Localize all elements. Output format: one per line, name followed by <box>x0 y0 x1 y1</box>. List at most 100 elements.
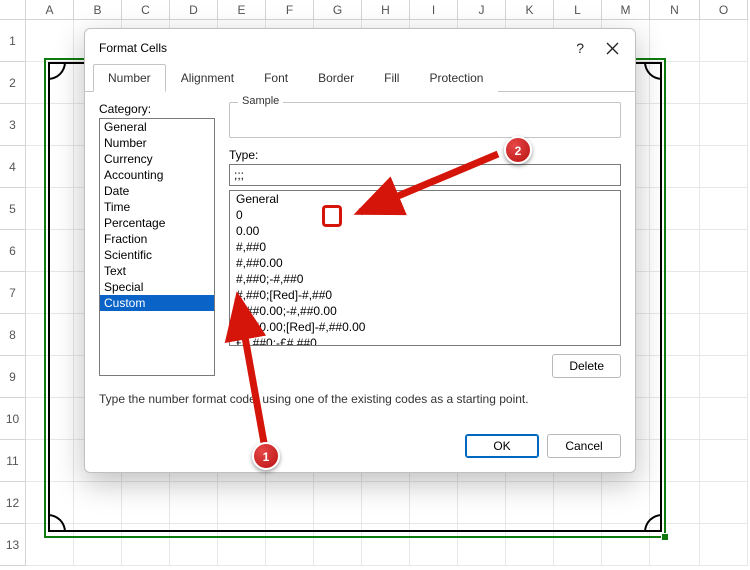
format-item[interactable]: #,##0.00 <box>230 255 620 271</box>
cell[interactable] <box>650 62 700 104</box>
cell[interactable] <box>26 272 74 314</box>
cell[interactable] <box>700 230 748 272</box>
cell[interactable] <box>700 272 748 314</box>
row-header[interactable]: 2 <box>0 62 26 104</box>
cell[interactable] <box>650 230 700 272</box>
type-input[interactable] <box>229 164 621 186</box>
cell[interactable] <box>700 20 748 62</box>
row-header[interactable]: 3 <box>0 104 26 146</box>
cell[interactable] <box>26 20 74 62</box>
cell[interactable] <box>218 524 266 566</box>
cell[interactable] <box>700 314 748 356</box>
tab-number[interactable]: Number <box>93 64 166 92</box>
cell[interactable] <box>700 104 748 146</box>
tab-alignment[interactable]: Alignment <box>166 64 249 92</box>
row-header[interactable]: 10 <box>0 398 26 440</box>
cell[interactable] <box>26 398 74 440</box>
col-header[interactable]: H <box>362 0 410 20</box>
cell[interactable] <box>602 524 650 566</box>
row-header[interactable]: 6 <box>0 230 26 272</box>
col-header[interactable]: N <box>650 0 700 20</box>
category-item[interactable]: Date <box>100 183 214 199</box>
cell[interactable] <box>362 524 410 566</box>
cell[interactable] <box>266 524 314 566</box>
cell[interactable] <box>650 104 700 146</box>
cell[interactable] <box>650 398 700 440</box>
col-header[interactable]: I <box>410 0 458 20</box>
cell[interactable] <box>554 524 602 566</box>
cell[interactable] <box>26 230 74 272</box>
col-header[interactable]: M <box>602 0 650 20</box>
cell[interactable] <box>26 314 74 356</box>
cell[interactable] <box>700 62 748 104</box>
category-item[interactable]: Percentage <box>100 215 214 231</box>
cell[interactable] <box>170 482 218 524</box>
format-item[interactable]: #,##0 <box>230 239 620 255</box>
col-header[interactable]: B <box>74 0 122 20</box>
cell[interactable] <box>700 440 748 482</box>
cell[interactable] <box>650 20 700 62</box>
format-item[interactable]: £#,##0;-£#,##0 <box>230 335 620 346</box>
col-header[interactable]: D <box>170 0 218 20</box>
cell[interactable] <box>506 482 554 524</box>
row-header[interactable]: 4 <box>0 146 26 188</box>
cell[interactable] <box>26 440 74 482</box>
col-header[interactable]: E <box>218 0 266 20</box>
category-item[interactable]: Scientific <box>100 247 214 263</box>
cell[interactable] <box>650 272 700 314</box>
cell[interactable] <box>410 524 458 566</box>
cell[interactable] <box>506 524 554 566</box>
cell[interactable] <box>122 482 170 524</box>
cell[interactable] <box>26 104 74 146</box>
col-header[interactable]: K <box>506 0 554 20</box>
cell[interactable] <box>74 524 122 566</box>
cell[interactable] <box>314 482 362 524</box>
cell[interactable] <box>122 524 170 566</box>
cell[interactable] <box>650 146 700 188</box>
cell[interactable] <box>266 482 314 524</box>
category-item[interactable]: Number <box>100 135 214 151</box>
cell[interactable] <box>650 440 700 482</box>
row-header[interactable]: 9 <box>0 356 26 398</box>
row-header[interactable]: 12 <box>0 482 26 524</box>
cell[interactable] <box>650 482 700 524</box>
category-item[interactable]: Custom <box>100 295 214 311</box>
cell[interactable] <box>700 524 748 566</box>
cell[interactable] <box>314 524 362 566</box>
tab-fill[interactable]: Fill <box>369 64 414 92</box>
cell[interactable] <box>458 482 506 524</box>
col-header[interactable]: A <box>26 0 74 20</box>
col-header[interactable]: O <box>700 0 748 20</box>
row-header[interactable]: 1 <box>0 20 26 62</box>
delete-button[interactable]: Delete <box>552 354 621 378</box>
category-item[interactable]: General <box>100 119 214 135</box>
tab-protection[interactable]: Protection <box>414 64 498 92</box>
cell[interactable] <box>170 524 218 566</box>
cell[interactable] <box>650 314 700 356</box>
cell[interactable] <box>218 482 266 524</box>
cell[interactable] <box>700 482 748 524</box>
format-item[interactable]: 0.00 <box>230 223 620 239</box>
cell[interactable] <box>700 398 748 440</box>
col-header[interactable]: L <box>554 0 602 20</box>
cell[interactable] <box>650 188 700 230</box>
cell[interactable] <box>26 62 74 104</box>
cell[interactable] <box>650 524 700 566</box>
tab-border[interactable]: Border <box>303 64 369 92</box>
category-item[interactable]: Special <box>100 279 214 295</box>
format-item[interactable]: #,##0.00;[Red]-#,##0.00 <box>230 319 620 335</box>
category-item[interactable]: Fraction <box>100 231 214 247</box>
row-header[interactable]: 7 <box>0 272 26 314</box>
cell[interactable] <box>26 188 74 230</box>
format-item[interactable]: 0 <box>230 207 620 223</box>
category-item[interactable]: Time <box>100 199 214 215</box>
category-list[interactable]: GeneralNumberCurrencyAccountingDateTimeP… <box>99 118 215 376</box>
format-item[interactable]: #,##0;-#,##0 <box>230 271 620 287</box>
close-button[interactable] <box>604 40 621 57</box>
cell[interactable] <box>26 146 74 188</box>
cell[interactable] <box>602 482 650 524</box>
row-header[interactable]: 5 <box>0 188 26 230</box>
col-header[interactable]: J <box>458 0 506 20</box>
tab-font[interactable]: Font <box>249 64 303 92</box>
cancel-button[interactable]: Cancel <box>547 434 621 458</box>
